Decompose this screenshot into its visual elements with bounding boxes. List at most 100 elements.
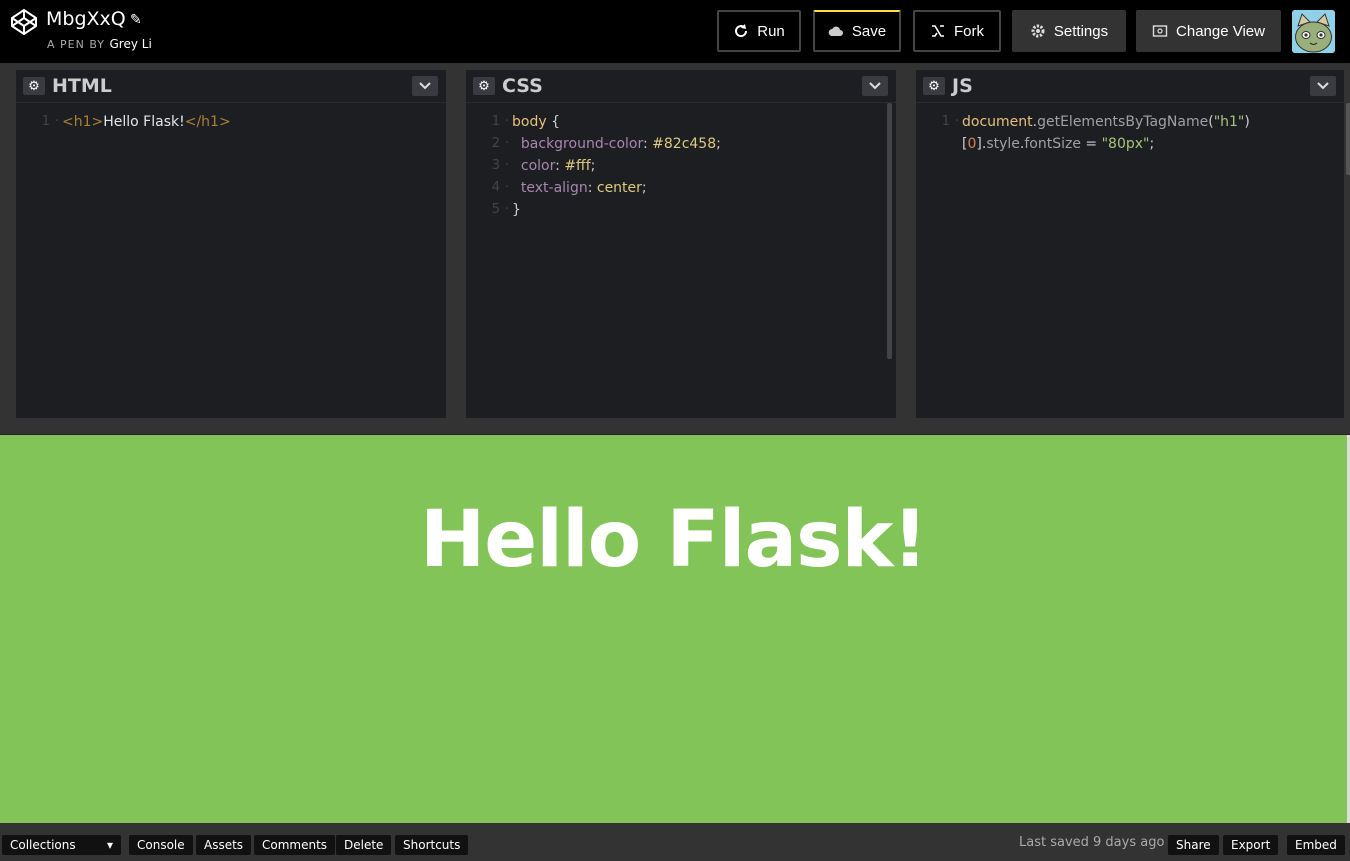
caret-down-icon: ▾ bbox=[106, 838, 113, 852]
export-button[interactable]: Export bbox=[1223, 835, 1279, 855]
cloud-icon bbox=[828, 26, 843, 36]
header: MbgXxQ ✎ A PEN BY Grey Li Run Save Fork … bbox=[0, 0, 1350, 63]
preview-pane: Hello Flask! bbox=[0, 435, 1347, 823]
code-content: } bbox=[512, 199, 521, 221]
js-code[interactable]: 1document.getElementsByTagName("h1")[0].… bbox=[916, 103, 1344, 155]
code-token: ; bbox=[641, 180, 647, 196]
html-editor-title: HTML bbox=[52, 75, 112, 97]
js-editor[interactable]: ⚙ JS 1document.getElementsByTagName("h1"… bbox=[916, 70, 1344, 418]
code-token: #fff bbox=[564, 158, 591, 174]
code-token: ]. bbox=[976, 136, 987, 152]
code-token: color bbox=[512, 158, 556, 174]
comments-button[interactable]: Comments bbox=[254, 835, 336, 855]
change-view-label: Change View bbox=[1176, 22, 1265, 40]
code-line[interactable]: 2 background-color: #82c458; bbox=[466, 133, 896, 155]
collections-label: Collections bbox=[10, 838, 76, 852]
code-line[interactable]: 1document.getElementsByTagName("h1") bbox=[916, 111, 1344, 133]
gear-icon[interactable]: ⚙ bbox=[923, 77, 945, 95]
author-link[interactable]: Grey Li bbox=[110, 37, 152, 51]
share-button[interactable]: Share bbox=[1168, 835, 1219, 855]
code-content: background-color: #82c458; bbox=[512, 133, 721, 155]
code-line[interactable]: [0].style.fontSize = "80px"; bbox=[916, 133, 1344, 155]
console-button[interactable]: Console bbox=[129, 835, 193, 855]
line-number: 1 bbox=[16, 111, 59, 133]
embed-button[interactable]: Embed bbox=[1287, 835, 1345, 855]
footer: Collections ▾ Console Assets Comments De… bbox=[0, 823, 1350, 861]
code-token: ; bbox=[1149, 136, 1155, 152]
code-line[interactable]: 5} bbox=[466, 199, 896, 221]
code-line[interactable]: 1body { bbox=[466, 111, 896, 133]
page-scrollbar[interactable] bbox=[1346, 103, 1350, 175]
code-content: [0].style.fontSize = "80px"; bbox=[962, 133, 1154, 155]
preview-heading: Hello Flask! bbox=[420, 495, 928, 585]
code-token: style bbox=[986, 136, 1020, 152]
pencil-icon[interactable]: ✎ bbox=[130, 12, 142, 28]
editors-area: ⚙ HTML 1<h1>Hello Flask!</h1> ⚙ CSS 1bod… bbox=[0, 63, 1350, 418]
code-content: document.getElementsByTagName("h1") bbox=[962, 111, 1250, 133]
byline-prefix: A PEN BY bbox=[47, 38, 105, 51]
delete-button[interactable]: Delete bbox=[336, 835, 392, 855]
html-code[interactable]: 1<h1>Hello Flask!</h1> bbox=[16, 103, 446, 133]
refresh-icon bbox=[735, 24, 748, 38]
code-line[interactable]: 1<h1>Hello Flask!</h1> bbox=[16, 111, 446, 133]
chevron-down-icon[interactable] bbox=[412, 76, 438, 96]
save-button[interactable]: Save bbox=[813, 10, 901, 52]
css-scrollbar[interactable] bbox=[887, 103, 892, 359]
assets-button[interactable]: Assets bbox=[196, 835, 252, 855]
last-saved-status: Last saved 9 days ago bbox=[1019, 835, 1165, 850]
code-content: <h1>Hello Flask!</h1> bbox=[62, 111, 231, 133]
gear-icon[interactable]: ⚙ bbox=[473, 77, 495, 95]
html-editor-header: ⚙ HTML bbox=[16, 70, 446, 103]
code-token: "h1" bbox=[1213, 114, 1245, 130]
settings-label: Settings bbox=[1053, 22, 1109, 40]
js-editor-title: JS bbox=[952, 75, 973, 97]
code-content: body { bbox=[512, 111, 560, 133]
code-token: body bbox=[512, 114, 547, 130]
fork-button[interactable]: Fork bbox=[913, 10, 1001, 52]
code-token: </h1> bbox=[184, 114, 231, 130]
code-token: center bbox=[596, 180, 642, 196]
save-label: Save bbox=[851, 22, 887, 40]
code-token: fontSize bbox=[1024, 136, 1081, 152]
settings-button[interactable]: Settings bbox=[1012, 10, 1126, 52]
pen-title[interactable]: MbgXxQ bbox=[46, 8, 126, 30]
code-token: = bbox=[1080, 136, 1102, 152]
change-view-button[interactable]: Change View bbox=[1136, 10, 1281, 52]
codepen-logo-icon[interactable] bbox=[10, 8, 38, 36]
code-token: "80px" bbox=[1101, 136, 1150, 152]
run-button[interactable]: Run bbox=[717, 10, 801, 52]
avatar[interactable] bbox=[1292, 10, 1335, 53]
fork-label: Fork bbox=[954, 22, 984, 40]
css-code[interactable]: 1body {2 background-color: #82c458;3 col… bbox=[466, 103, 896, 221]
line-number: 2 bbox=[466, 133, 509, 155]
pen-byline: A PEN BY Grey Li bbox=[47, 37, 152, 51]
chevron-down-icon[interactable] bbox=[1310, 76, 1336, 96]
shortcuts-button[interactable]: Shortcuts bbox=[395, 835, 469, 855]
chevron-down-icon[interactable] bbox=[862, 76, 888, 96]
code-token: : bbox=[555, 158, 565, 174]
editor-resizer[interactable] bbox=[0, 418, 1350, 435]
code-token: ; bbox=[716, 136, 721, 152]
gear-icon[interactable]: ⚙ bbox=[23, 77, 45, 95]
css-editor-title: CSS bbox=[502, 75, 543, 97]
code-token: } bbox=[512, 202, 521, 218]
code-token: ; bbox=[590, 158, 596, 174]
cat-avatar-icon bbox=[1292, 10, 1335, 53]
css-editor[interactable]: ⚙ CSS 1body {2 background-color: #82c458… bbox=[466, 70, 896, 418]
code-token: { bbox=[546, 114, 560, 130]
code-token: Hello Flask! bbox=[103, 114, 185, 130]
window-icon bbox=[1152, 25, 1168, 37]
code-content: color: #fff; bbox=[512, 155, 595, 177]
code-token: getElementsByTagName bbox=[1037, 114, 1209, 130]
html-editor[interactable]: ⚙ HTML 1<h1>Hello Flask!</h1> bbox=[16, 70, 446, 418]
code-line[interactable]: 4 text-align: center; bbox=[466, 177, 896, 199]
gear-icon bbox=[1031, 24, 1045, 38]
line-number: 1 bbox=[466, 111, 509, 133]
collections-dropdown[interactable]: Collections ▾ bbox=[2, 835, 121, 855]
fork-icon bbox=[932, 25, 944, 37]
code-line[interactable]: 3 color: #fff; bbox=[466, 155, 896, 177]
code-token: text-align bbox=[512, 180, 588, 196]
code-content: text-align: center; bbox=[512, 177, 647, 199]
code-token: <h1> bbox=[62, 114, 104, 130]
code-token: : bbox=[587, 180, 597, 196]
